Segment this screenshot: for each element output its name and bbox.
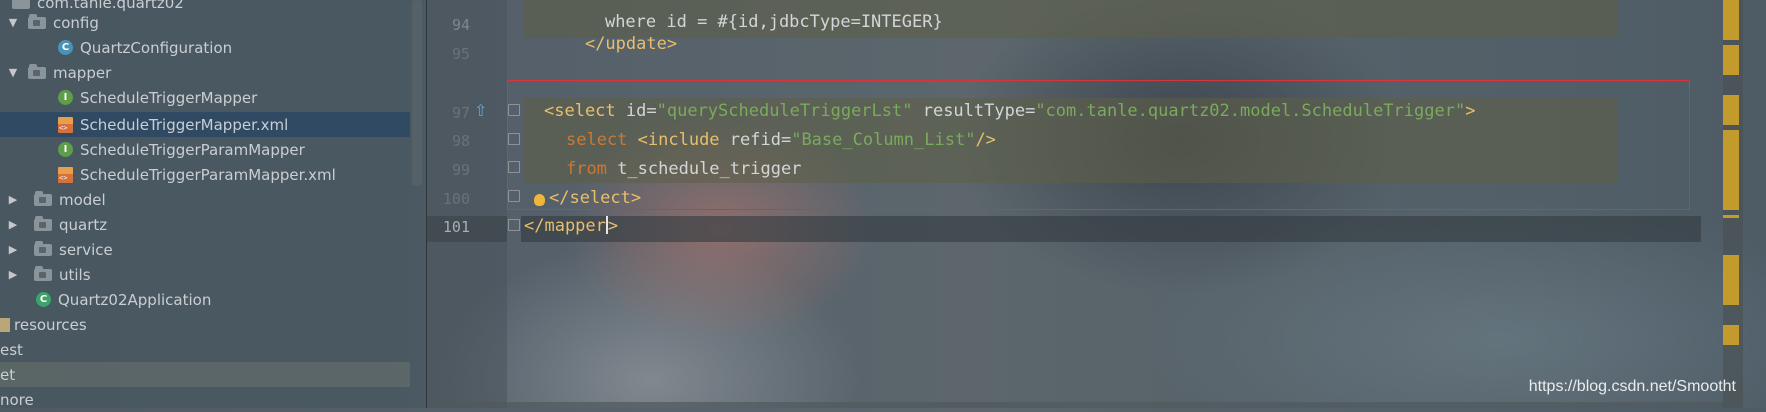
line-number: 95 — [451, 45, 470, 63]
tree-item-utils[interactable]: ▶ utils — [0, 262, 410, 287]
line-number: 98 — [451, 132, 470, 150]
editor-error-stripe[interactable] — [1723, 0, 1743, 408]
interface-icon: I — [58, 90, 73, 105]
tree-item-label: nore — [0, 390, 34, 409]
tree-item-mapper[interactable]: ▼ mapper — [0, 60, 410, 85]
class-icon: C — [58, 40, 73, 55]
code-tag: > — [607, 216, 619, 236]
xml-file-icon: <> — [58, 166, 73, 183]
tree-item-schedule-trigger-param-mapper[interactable]: I ScheduleTriggerParamMapper — [0, 137, 410, 162]
watermark-text: https://blog.csdn.net/Smootht — [1528, 378, 1736, 395]
tree-item-resources[interactable]: resources — [0, 312, 410, 337]
resources-folder-icon — [0, 317, 10, 332]
chevron-down-icon[interactable]: ▼ — [6, 16, 20, 29]
tree-item-schedule-trigger-param-mapper-xml[interactable]: <> ScheduleTriggerParamMapper.xml — [0, 162, 410, 187]
stripe-marker — [1723, 255, 1739, 305]
tree-item-label: ScheduleTriggerMapper — [80, 88, 258, 107]
line-number: 99 — [451, 161, 470, 179]
horizontal-scrollbar[interactable] — [427, 402, 1723, 408]
tree-scrollbar[interactable] — [412, 0, 422, 186]
package-icon — [12, 0, 30, 9]
folder-icon — [34, 215, 52, 231]
tree-item-service[interactable]: ▶ service — [0, 237, 410, 262]
code-line-94[interactable]: </update> — [544, 14, 677, 74]
folder-icon — [28, 63, 46, 79]
chevron-right-icon[interactable]: ▶ — [6, 268, 20, 281]
code-line-101[interactable]: </mapper > — [524, 216, 618, 236]
tree-item-label: Quartz02Application — [58, 290, 212, 309]
line-number: 97 — [451, 104, 470, 122]
stripe-marker — [1723, 45, 1739, 75]
line-number: 101 — [442, 218, 470, 236]
stripe-marker — [1723, 325, 1739, 345]
xml-file-icon: <> — [58, 116, 73, 133]
annotation-highlight-box — [507, 80, 1690, 210]
tree-item-gitignore[interactable]: nore — [0, 387, 410, 412]
current-line-highlight — [521, 216, 1701, 242]
code-tag: </update> — [584, 34, 678, 54]
interface-icon: I — [58, 142, 73, 157]
chevron-right-icon[interactable]: ▶ — [6, 193, 20, 206]
tree-item-label: est — [0, 340, 23, 359]
folder-icon — [34, 190, 52, 206]
tree-item-label: mapper — [53, 63, 112, 82]
tree-item-label: ScheduleTriggerParamMapper.xml — [80, 165, 336, 184]
tree-item-test[interactable]: est — [0, 337, 410, 362]
stripe-marker — [1723, 0, 1739, 40]
project-tree-panel: com.tanle.quartz02 ▼ config C QuartzConf… — [0, 0, 427, 409]
chevron-down-icon[interactable]: ▼ — [6, 66, 20, 79]
line-number: 94 — [451, 16, 470, 34]
navigate-up-arrow-icon[interactable]: ⇧ — [474, 103, 488, 119]
stripe-marker — [1723, 95, 1739, 125]
tree-item-model[interactable]: ▶ model — [0, 187, 410, 212]
tree-item-label: quartz — [59, 215, 108, 234]
tree-item-config[interactable]: ▼ config — [0, 10, 410, 35]
tree-item-label: ScheduleTriggerMapper.xml — [80, 115, 289, 134]
application-class-icon: C — [36, 292, 51, 307]
stripe-marker — [1723, 215, 1739, 218]
chevron-right-icon[interactable]: ▶ — [6, 218, 20, 231]
folder-icon — [34, 265, 52, 281]
tree-item-label: service — [59, 240, 113, 259]
tree-item-schedule-trigger-mapper[interactable]: I ScheduleTriggerMapper — [0, 85, 410, 110]
tree-item-label: resources — [14, 315, 87, 334]
folder-icon — [34, 240, 52, 256]
code-tag: </mapper — [524, 216, 606, 236]
line-number: 100 — [442, 190, 470, 208]
chevron-right-icon[interactable]: ▶ — [6, 243, 20, 256]
tree-item-label: ScheduleTriggerParamMapper — [80, 140, 305, 159]
tree-item-label: QuartzConfiguration — [80, 38, 233, 57]
tree-item-quartz02-application[interactable]: C Quartz02Application — [0, 287, 410, 312]
tree-item-target[interactable]: et — [0, 362, 410, 387]
tree-item-label: config — [53, 13, 99, 32]
tree-item-quartz-configuration[interactable]: C QuartzConfiguration — [0, 35, 410, 60]
folder-icon — [28, 13, 46, 29]
fold-marker-icon[interactable] — [508, 219, 520, 231]
stripe-marker — [1723, 130, 1739, 210]
tree-item-label: model — [59, 190, 106, 209]
tree-item-schedule-trigger-mapper-xml[interactable]: <> ScheduleTriggerMapper.xml — [0, 112, 410, 137]
tree-item-label: et — [0, 365, 16, 384]
tree-item-quartz[interactable]: ▶ quartz — [0, 212, 410, 237]
tree-item-label: utils — [59, 265, 91, 284]
